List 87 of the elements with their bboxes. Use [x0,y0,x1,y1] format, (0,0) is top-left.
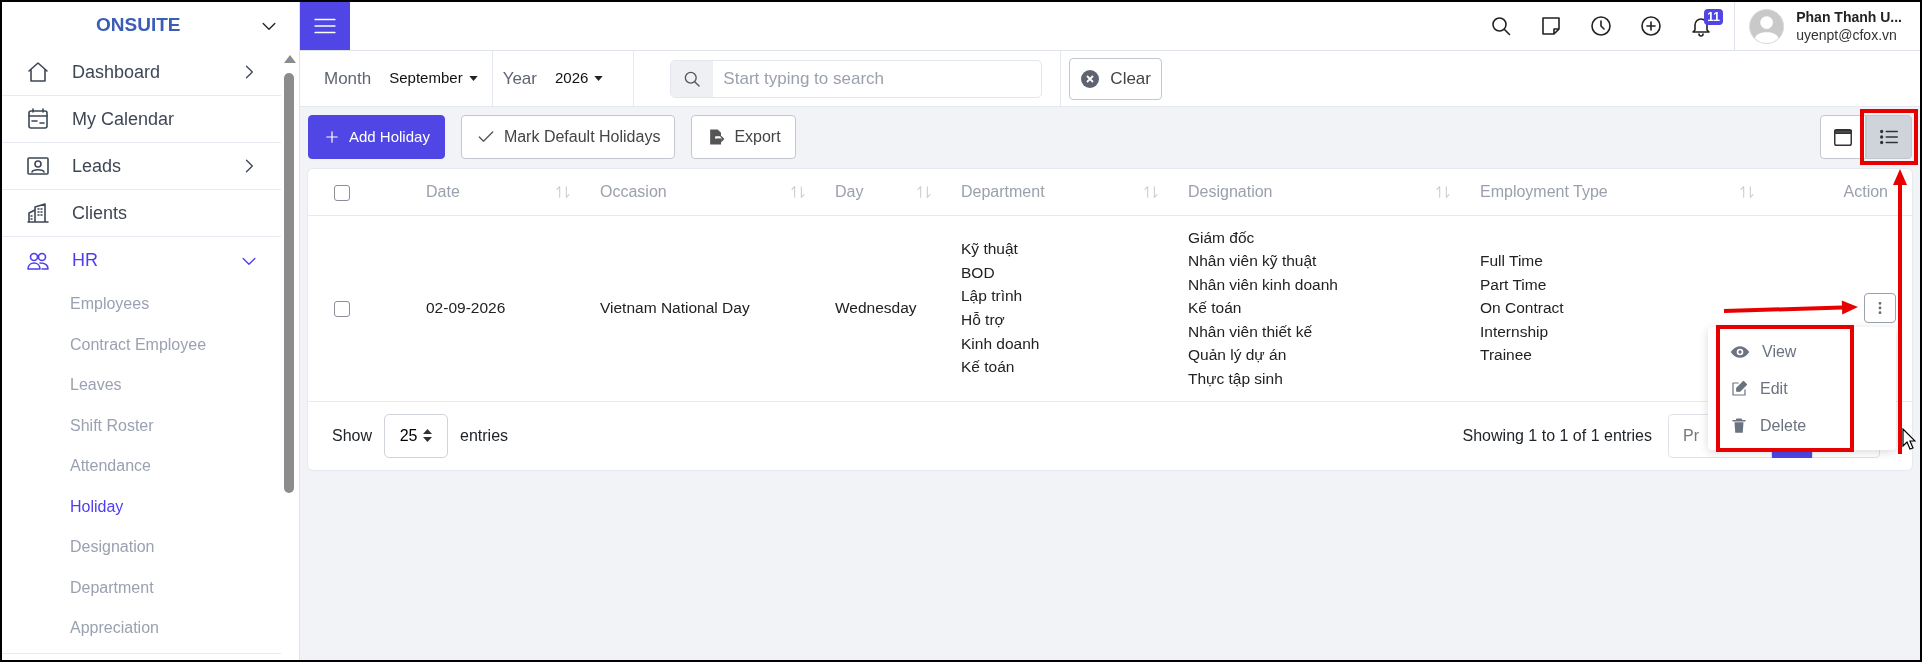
sidebar-item[interactable]: Clients [2,190,281,237]
search-input[interactable]: Start typing to search [713,60,1042,97]
note-icon[interactable] [1539,14,1563,38]
caret-icon [468,76,478,81]
department-item: Kỹ thuật [961,239,1018,260]
brand-logo[interactable]: ONSUITE [96,11,259,40]
caret-icon [594,76,604,81]
month-dropdown[interactable]: September [389,67,478,90]
menu-item[interactable]: Delete [1708,407,1896,445]
sidebar-subitem[interactable]: Leaves [2,365,281,406]
more-actions-button[interactable] [1864,293,1896,324]
calendar-icon [1832,126,1854,148]
designation-item: Kế toán [1188,298,1242,319]
export-button[interactable]: Export [691,115,796,159]
department-item: Kinh doanh [961,333,1040,354]
menu-item[interactable]: Edit [1708,370,1896,408]
sidebar-subitem[interactable]: Designation [2,527,281,568]
mark-default-button[interactable]: Mark Default Holidays [460,115,676,159]
sidebar-subitem[interactable]: Shift Roster [2,405,281,446]
year-dropdown[interactable]: 2026 [555,67,604,90]
designation-item: Nhân viên kinh doanh [1188,274,1338,295]
sidebar-subitem[interactable]: Appreciation [2,608,281,649]
trash-icon [1730,416,1748,435]
row-checkbox[interactable] [334,301,350,318]
clock-icon[interactable] [1589,14,1613,38]
designation-item: Giám đốc [1188,227,1255,248]
department-item: Kế toán [961,357,1015,378]
contact-card-icon [26,154,50,178]
table-cell: Vietnam National Day [600,299,750,317]
calendar-icon [26,107,50,131]
column-header[interactable]: Department [961,182,1045,200]
designation-item: Nhân viên thiết kế [1188,321,1313,342]
edit-icon [1730,379,1748,398]
entries-label: entries [460,425,509,446]
column-header[interactable]: Action [1843,182,1888,200]
list-view-button[interactable] [1866,115,1912,159]
employment-type-item: Trainee [1480,345,1532,366]
home-icon [26,60,50,84]
sidebar-subitem[interactable]: Attendance [2,446,281,487]
sidebar-subitem[interactable]: Contract Employee [2,324,281,365]
year-label: Year [502,67,537,90]
designation-item: Quản lý dự án [1188,345,1287,366]
month-label: Month [324,67,372,90]
employment-type-item: Part Time [1480,274,1547,295]
menu-item[interactable]: View [1708,333,1896,371]
sidebar-item[interactable]: HR [2,237,281,284]
sidebar-subitem[interactable]: Employees [2,284,281,325]
menu-button[interactable] [300,2,350,50]
user-name: Phan Thanh U... [1796,8,1902,26]
sidebar-item[interactable]: Dashboard [2,49,281,96]
select-all-checkbox[interactable] [334,184,350,201]
column-header[interactable]: Occasion [600,182,667,200]
column-header[interactable]: Day [835,182,864,200]
designation-item: Nhân viên kỹ thuật [1188,251,1317,272]
sidebar-subitem[interactable]: Holiday [2,486,281,527]
clear-button[interactable]: Clear [1069,57,1162,100]
sidebar-item[interactable]: Leads [2,143,281,190]
sidebar-item[interactable]: My Calendar [2,96,281,143]
add-icon[interactable] [1639,14,1663,38]
department-item: BOD [961,262,995,283]
column-header[interactable]: Designation [1188,182,1273,200]
clear-icon [1080,68,1101,89]
department-item: Lập trình [961,286,1023,307]
column-header[interactable]: Employment Type [1480,182,1608,200]
employment-type-item: Internship [1480,321,1549,342]
plus-icon [323,128,341,146]
calendar-view-button[interactable] [1820,115,1866,159]
department-item: Hỗ trợ [961,310,1005,331]
user-email: uyenpt@cfox.vn [1796,26,1898,44]
search-icon[interactable] [1489,14,1513,38]
highlight-box [1860,109,1918,165]
table-cell: Wednesday [835,299,917,317]
scroll-up-icon[interactable] [284,55,296,63]
page-length-select[interactable]: 25 [384,413,449,458]
show-label: Show [332,425,373,446]
notification-count: 11 [1704,9,1723,25]
employment-type-item: On Contract [1480,298,1564,319]
entries-info: Showing 1 to 1 of 1 entries [1462,425,1652,446]
table-cell: 02-09-2026 [426,299,506,317]
sidebar-subitem[interactable]: Department [2,567,281,608]
add-holiday-button[interactable]: Add Holiday [308,115,445,159]
column-header[interactable]: Date [426,182,460,200]
sort-caret-icon [423,429,433,443]
building-icon [26,201,50,225]
designation-item: Thực tập sinh [1188,369,1283,390]
employment-type-item: Full Time [1480,251,1543,272]
search-field[interactable]: Start typing to search [670,59,1043,98]
